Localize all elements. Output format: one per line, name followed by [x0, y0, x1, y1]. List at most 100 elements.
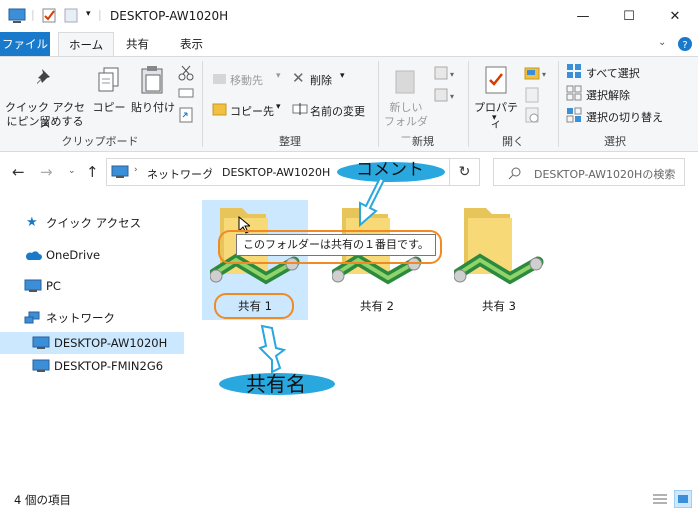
delete-icon: ✕: [292, 69, 305, 87]
title-divider: |: [31, 8, 35, 21]
select-all-label: すべて選択: [586, 67, 640, 80]
tab-view[interactable]: 表示: [170, 32, 213, 56]
delete-button[interactable]: ✕ 削除 ▾: [292, 69, 352, 89]
computer-icon: [111, 165, 129, 178]
forward-arrow-icon[interactable]: →: [40, 163, 53, 181]
new-folder-button[interactable]: 新しい フォルダー: [382, 61, 430, 144]
easy-access-icon[interactable]: ▾: [434, 87, 454, 103]
large-icons-view-icon[interactable]: [674, 490, 692, 508]
nav-item-network[interactable]: ネットワーク: [0, 307, 184, 329]
tab-home[interactable]: ホーム: [58, 32, 115, 57]
invert-selection-label: 選択の切り替え: [586, 111, 663, 124]
paste-icon: [141, 66, 163, 94]
open-group-label: 開く: [502, 135, 524, 148]
copy-to-label: コピー先: [230, 105, 274, 118]
share-name-arrow-icon: [258, 324, 287, 374]
tab-file[interactable]: ファイル: [0, 32, 50, 56]
nav-item-host-aw1020h[interactable]: DESKTOP-AW1020H: [0, 332, 184, 354]
share-label-highlight-ring: [214, 293, 294, 319]
nav-item-host-fmin2g6[interactable]: DESKTOP-FMIN2G6: [0, 355, 184, 377]
copy-to-button[interactable]: コピー先 ▾: [212, 101, 286, 119]
computer-icon: [24, 279, 42, 292]
nav-item-pc[interactable]: PC: [0, 275, 184, 297]
select-none-button[interactable]: 選択解除: [566, 85, 686, 103]
rename-button[interactable]: 名前の変更: [292, 101, 372, 119]
share-item-3[interactable]: 共有 3: [446, 200, 552, 320]
svg-text:?: ?: [682, 40, 687, 51]
properties-quick-icon[interactable]: [42, 8, 56, 23]
shared-folder-icon: [454, 208, 544, 285]
breadcrumb-chevron-icon[interactable]: ›: [209, 165, 213, 175]
computer-icon: [32, 336, 50, 349]
properties-button[interactable]: プロパティ ▾: [470, 61, 522, 131]
rename-icon: [292, 103, 308, 115]
help-icon[interactable]: ?: [677, 36, 693, 52]
network-icon: [24, 311, 40, 324]
tab-share[interactable]: 共有: [116, 32, 159, 56]
select-none-label: 選択解除: [586, 89, 630, 102]
group-separator: [558, 61, 559, 147]
share-label: 共有 2: [360, 299, 394, 313]
new-group-label: 新規: [412, 135, 434, 148]
invert-selection-button[interactable]: 選択の切り替え: [566, 107, 696, 125]
group-separator: [378, 61, 379, 147]
window-title: DESKTOP-AW1020H: [110, 9, 229, 23]
nav-label: OneDrive: [46, 248, 101, 262]
delete-dropdown-icon: ▾: [340, 71, 345, 81]
minimize-button[interactable]: —: [560, 0, 606, 32]
move-to-icon: [213, 74, 226, 84]
title-divider-2: |: [98, 8, 102, 21]
star-icon: ★: [26, 215, 38, 230]
computer-icon: [32, 359, 50, 372]
status-item-count: 4 個の項目: [14, 493, 71, 507]
clipboard-group-label: クリップボード: [61, 135, 139, 148]
maximize-button[interactable]: ☐: [606, 0, 652, 32]
copy-icon: [98, 67, 119, 92]
select-all-button[interactable]: すべて選択: [566, 63, 686, 81]
select-all-icon: [567, 64, 581, 78]
copy-path-icon[interactable]: [178, 87, 194, 99]
properties-dropdown-icon: ▾: [492, 113, 497, 123]
pin-label-2: にピン留めする: [6, 115, 84, 128]
up-arrow-icon[interactable]: ↑: [86, 163, 99, 181]
select-group-label: 選択: [604, 135, 626, 148]
comment-arrow-icon: [359, 176, 386, 228]
move-to-button[interactable]: 移動先 ▾: [212, 71, 286, 89]
pin-quick-access-button[interactable]: クイック アクセス にピン留めする: [4, 61, 86, 131]
svg-text:▾: ▾: [542, 70, 546, 79]
nav-label: PC: [46, 279, 61, 293]
move-to-label: 移動先: [230, 74, 263, 87]
breadcrumb-network[interactable]: ネットワーク: [147, 166, 213, 182]
nav-label: DESKTOP-FMIN2G6: [54, 359, 164, 373]
copy-to-icon: [212, 103, 227, 116]
nav-item-onedrive[interactable]: OneDrive: [0, 244, 184, 266]
edit-icon[interactable]: [524, 87, 540, 103]
open-icon[interactable]: ▾: [524, 65, 550, 81]
breadcrumb-host[interactable]: DESKTOP-AW1020H: [222, 166, 330, 179]
nav-item-quick-access[interactable]: ★ クイック アクセス: [0, 212, 184, 234]
collapse-ribbon-icon[interactable]: ⌄: [658, 37, 666, 48]
copy-button[interactable]: コピー: [90, 61, 128, 131]
quick-access-dropdown-icon[interactable]: ▾: [86, 9, 91, 19]
breadcrumb-chevron-icon[interactable]: ›: [134, 165, 138, 175]
close-button[interactable]: ✕: [652, 0, 698, 32]
computer-icon: [8, 8, 26, 23]
organize-group-label: 整理: [279, 135, 301, 148]
history-icon[interactable]: [524, 107, 540, 123]
svg-text:▾: ▾: [450, 70, 454, 79]
details-view-icon[interactable]: [652, 492, 668, 506]
properties-icon: [485, 66, 507, 94]
title-bar: | ▾ | DESKTOP-AW1020H — ☐ ✕: [0, 0, 698, 32]
new-folder-quick-icon[interactable]: [64, 8, 78, 23]
cut-icon[interactable]: [178, 65, 194, 81]
paste-shortcut-icon[interactable]: [178, 107, 194, 123]
delete-label: 削除: [310, 74, 332, 87]
recent-locations-icon[interactable]: ⌄: [68, 166, 76, 176]
new-item-icon[interactable]: ▾: [434, 65, 454, 81]
search-box[interactable]: DESKTOP-AW1020Hの検索: [493, 158, 685, 186]
refresh-button[interactable]: ↻: [450, 158, 480, 186]
paste-button[interactable]: 貼り付け: [130, 61, 176, 131]
ribbon: クイック アクセス にピン留めする コピー 貼り付け クリップボード 移動先 ▾…: [0, 56, 698, 152]
move-to-dropdown-icon: ▾: [276, 71, 281, 81]
back-arrow-icon[interactable]: ←: [12, 163, 25, 181]
